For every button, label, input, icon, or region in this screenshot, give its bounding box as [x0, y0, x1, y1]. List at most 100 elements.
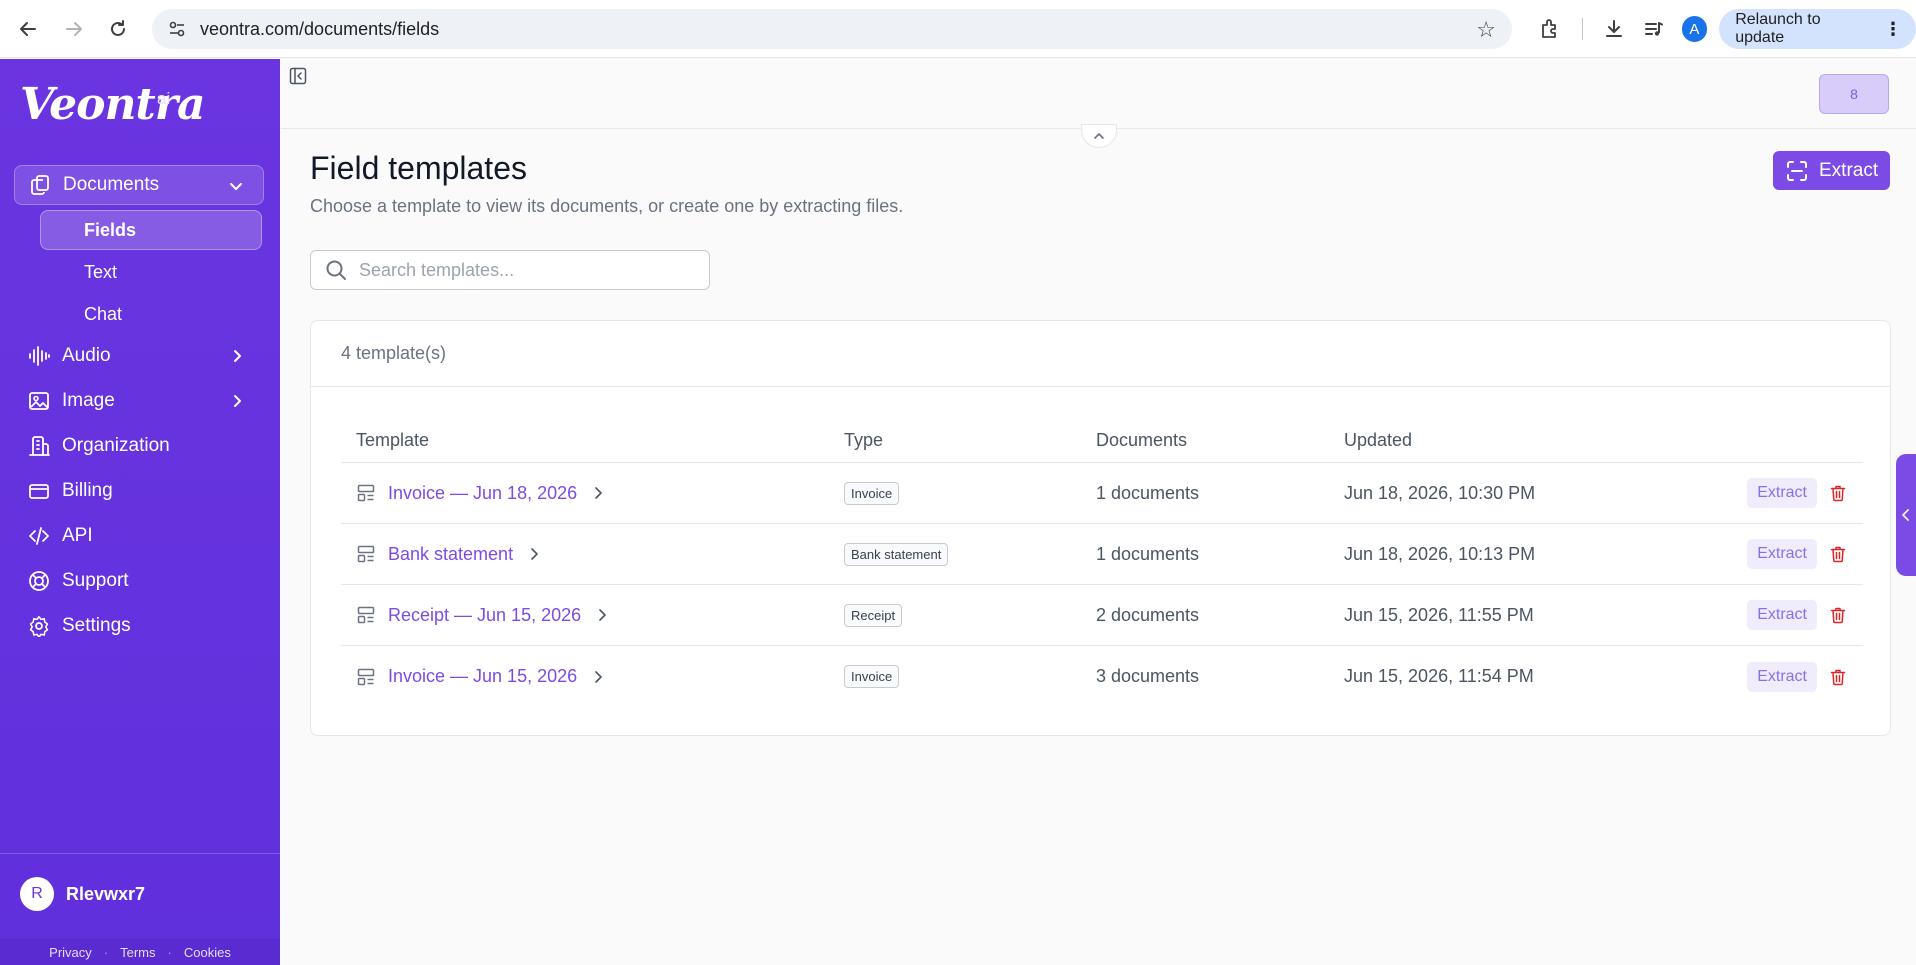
sidebar-subitem-text[interactable]: Text: [40, 252, 262, 292]
table-row[interactable]: Invoice — Jun 18, 2026 Invoice 1 documen…: [341, 463, 1863, 524]
documents-icon: [29, 174, 51, 196]
table-row[interactable]: Invoice — Jun 15, 2026 Invoice 3 documen…: [341, 646, 1863, 707]
sidebar-divider: [0, 853, 280, 854]
row-extract-button[interactable]: Extract: [1747, 539, 1817, 569]
sidebar-item-documents[interactable]: Documents: [14, 165, 264, 205]
reload-icon[interactable]: [100, 11, 136, 47]
relaunch-label: Relaunch to update: [1735, 11, 1821, 46]
user-name: Rlevwxr7: [66, 883, 146, 904]
relaunch-button[interactable]: Relaunch to update ⋮: [1719, 9, 1916, 49]
collapse-header-toggle[interactable]: [1081, 124, 1117, 148]
trash-icon[interactable]: [1827, 543, 1849, 565]
chevron-right-icon: [226, 345, 248, 367]
table-row[interactable]: Receipt — Jun 15, 2026 Receipt 2 documen…: [341, 585, 1863, 646]
sidebar-item-support[interactable]: Support: [14, 561, 264, 601]
scan-icon: [1785, 159, 1809, 183]
sidebar-item-settings[interactable]: Settings: [14, 606, 264, 646]
toolbar-divider: [1581, 18, 1583, 40]
organization-icon: [28, 435, 50, 457]
row-extract-button[interactable]: Extract: [1747, 600, 1817, 630]
chevron-right-icon[interactable]: [593, 606, 611, 624]
page-title: Field templates: [310, 150, 527, 186]
extensions-icon[interactable]: [1530, 9, 1570, 49]
forward-icon[interactable]: [56, 11, 92, 47]
templates-table: Template Type Documents Updated Invoice …: [341, 419, 1863, 707]
template-name-link[interactable]: Invoice — Jun 18, 2026: [388, 483, 577, 504]
documents-submenu: Fields Text Chat: [40, 210, 262, 334]
privacy-link[interactable]: Privacy: [49, 945, 92, 960]
support-icon: [28, 570, 50, 592]
row-extract-button[interactable]: Extract: [1747, 661, 1817, 692]
page-subtitle: Choose a template to view its documents,…: [310, 196, 904, 216]
type-badge: Bank statement: [844, 542, 949, 566]
documents-count: 2 documents: [1096, 604, 1200, 625]
settings-icon: [28, 615, 50, 637]
header-type: Type: [844, 430, 884, 450]
app-topbar: 8: [281, 59, 1916, 129]
template-name-link[interactable]: Receipt — Jun 15, 2026: [388, 605, 581, 626]
terms-link[interactable]: Terms: [120, 945, 155, 960]
download-icon[interactable]: [1595, 9, 1635, 49]
sidebar-item-label: Support: [62, 570, 129, 591]
search-box[interactable]: [310, 250, 710, 290]
billing-icon: [28, 480, 50, 502]
image-icon: [28, 390, 50, 412]
extract-button[interactable]: Extract: [1773, 151, 1890, 190]
trash-icon[interactable]: [1827, 666, 1849, 688]
more-menu-icon[interactable]: ⋮: [1884, 19, 1902, 40]
sidebar-item-label: Audio: [62, 345, 111, 366]
header-updated: Updated: [1344, 430, 1413, 450]
trash-icon[interactable]: [1827, 482, 1849, 504]
address-bar[interactable]: veontra.com/documents/fields ☆: [152, 9, 1512, 49]
chevron-right-icon[interactable]: [525, 545, 543, 563]
back-icon[interactable]: [10, 11, 46, 47]
sidebar-item-audio[interactable]: Audio: [14, 336, 264, 376]
sidebar-item-api[interactable]: API: [14, 516, 264, 556]
sidebar-item-label: Image: [62, 390, 115, 411]
user-profile[interactable]: R Rlevwxr7: [20, 877, 145, 911]
type-badge: Receipt: [844, 603, 903, 627]
sidebar-subitem-chat[interactable]: Chat: [40, 294, 262, 334]
notification-badge[interactable]: 8: [1819, 74, 1889, 114]
updated-date: Jun 15, 2026, 11:54 PM: [1344, 666, 1534, 686]
header-documents: Documents: [1096, 430, 1188, 450]
sidebar: Veontra ai Documents Fields Text Chat Au…: [0, 59, 280, 965]
sidebar-item-billing[interactable]: Billing: [14, 471, 264, 511]
sidebar-item-label: API: [62, 525, 93, 546]
chevron-right-icon[interactable]: [589, 668, 607, 686]
template-name-link[interactable]: Invoice — Jun 15, 2026: [388, 666, 577, 687]
chevron-right-icon[interactable]: [589, 484, 607, 502]
template-icon: [356, 667, 376, 687]
row-extract-button[interactable]: Extract: [1747, 478, 1817, 508]
template-icon: [356, 483, 376, 503]
chevron-right-icon: [226, 390, 248, 412]
logo[interactable]: Veontra: [20, 79, 205, 130]
media-controls-icon[interactable]: [1634, 9, 1674, 49]
table-row[interactable]: Bank statement Bank statement 1 document…: [341, 524, 1863, 585]
sidebar-item-label: Billing: [62, 480, 113, 501]
audio-icon: [28, 345, 50, 367]
url-text[interactable]: veontra.com/documents/fields: [200, 19, 439, 40]
sidebar-footer: Privacy · Terms · Cookies: [0, 939, 280, 965]
trash-icon[interactable]: [1827, 604, 1849, 626]
sidebar-item-image[interactable]: Image: [14, 381, 264, 421]
profile-avatar[interactable]: A: [1681, 16, 1708, 42]
site-info-icon[interactable]: [166, 18, 188, 40]
type-badge: Invoice: [844, 481, 900, 505]
search-icon: [323, 257, 349, 283]
logo-suffix: ai: [157, 89, 171, 108]
browser-toolbar: veontra.com/documents/fields ☆ A Relaunc…: [0, 0, 1916, 58]
documents-count: 1 documents: [1096, 482, 1200, 503]
sidebar-item-organization[interactable]: Organization: [14, 426, 264, 466]
cookies-link[interactable]: Cookies: [184, 945, 231, 960]
updated-date: Jun 18, 2026, 10:30 PM: [1344, 482, 1536, 503]
side-panel-toggle[interactable]: [1896, 454, 1916, 576]
bookmark-star-icon[interactable]: ☆: [1476, 17, 1496, 43]
collapse-sidebar-icon[interactable]: [287, 65, 309, 87]
search-input[interactable]: [359, 259, 699, 281]
template-name-link[interactable]: Bank statement: [388, 544, 513, 565]
sidebar-nav: Documents Fields Text Chat Audio Image O…: [14, 165, 264, 651]
header-template: Template: [356, 430, 430, 450]
documents-count: 1 documents: [1096, 543, 1200, 564]
sidebar-subitem-fields[interactable]: Fields: [40, 210, 262, 250]
